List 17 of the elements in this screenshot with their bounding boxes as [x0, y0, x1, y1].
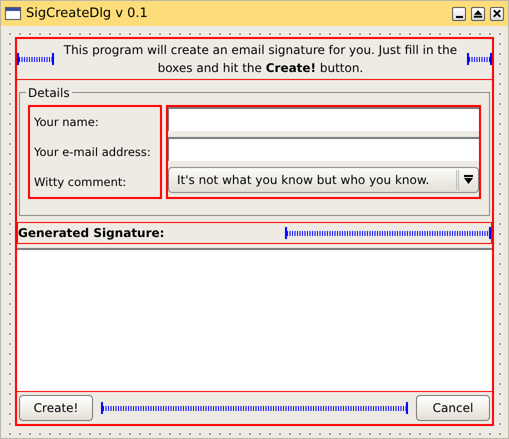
dialog-button[interactable]: Create! [19, 395, 93, 421]
window-icon [5, 7, 21, 20]
minimize-icon [456, 16, 462, 18]
section-label: Generated Signature: [18, 225, 164, 242]
window-title: SigCreateDlg v 0.1 [26, 4, 149, 23]
intro-text: This program will create an email signature for you. Just fill in the boxes and hit the Create! button. [62, 42, 458, 77]
combo-box[interactable]: It's not what you know but who you know. [168, 167, 479, 193]
close-button[interactable] [490, 6, 504, 20]
dropdown-arrow-icon [464, 175, 473, 185]
minimize-button[interactable] [452, 6, 466, 20]
maximize-button[interactable] [471, 6, 485, 20]
dialog-button[interactable]: Cancel [416, 395, 490, 421]
close-icon [491, 7, 503, 20]
field-label: Witty comment: [34, 174, 128, 191]
field-label: Your e-mail address: [34, 144, 152, 161]
layout-spacer [466, 53, 492, 65]
field-label: Your name: [34, 114, 100, 131]
